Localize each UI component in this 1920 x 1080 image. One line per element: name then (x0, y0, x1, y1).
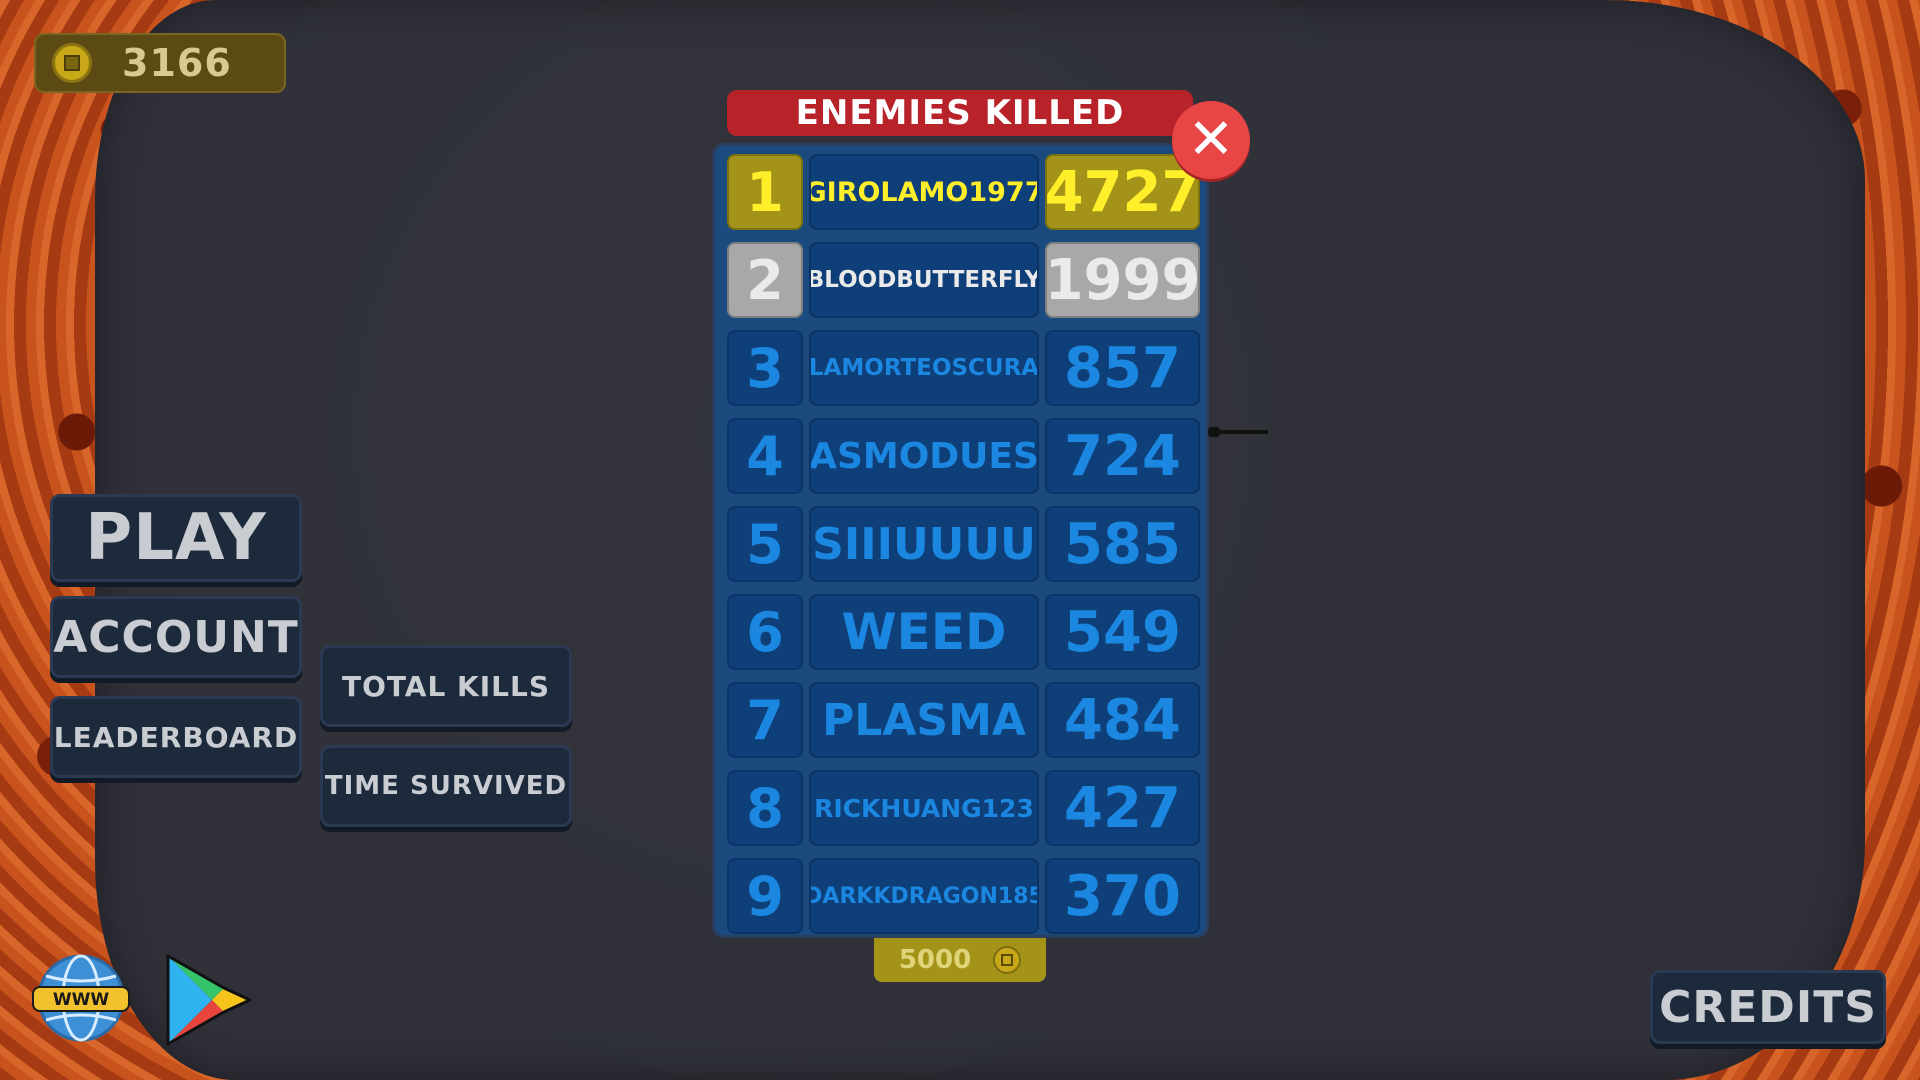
coin-icon (52, 43, 92, 83)
score-cell: 585 (1045, 506, 1200, 582)
score-cell: 427 (1045, 770, 1200, 846)
coin-amount: 3166 (122, 41, 232, 85)
reward-amount: 5000 (898, 945, 972, 975)
website-globe-icon[interactable]: WWW (32, 952, 130, 1044)
play-button[interactable]: PLAY (50, 494, 302, 582)
coin-icon (993, 946, 1022, 974)
leaderboard-row: 6 WEED 549 (727, 594, 1200, 670)
coin-balance: 3166 (34, 33, 286, 93)
leaderboard-row: 7 PLASMA 484 (727, 682, 1200, 758)
reward-badge: 5000 (874, 938, 1046, 982)
total-kills-button[interactable]: TOTAL KILLS (320, 645, 572, 727)
player-name-cell: DARKKDRAGON185 (809, 858, 1039, 934)
leaderboard-panel: 1 GIROLAMO1977 4727 2 BLOODBUTTERFLY 1999 3 LAM… (712, 143, 1209, 938)
close-icon[interactable]: ✕ (1172, 101, 1250, 179)
player-name-cell: ASMODUES (809, 418, 1039, 494)
play-store-icon[interactable] (162, 952, 254, 1048)
rank-cell: 1 (727, 154, 803, 230)
website-label: WWW (53, 990, 110, 1010)
rank-cell: 7 (727, 682, 803, 758)
leaderboard-title: ENEMIES KILLED (727, 90, 1193, 136)
time-survived-button[interactable]: TIME SURVIVED (320, 745, 572, 827)
leaderboard-row: 4 ASMODUES 724 (727, 418, 1200, 494)
leaderboard-row: 9 DARKKDRAGON185 370 (727, 858, 1200, 934)
score-cell: 4727 (1045, 154, 1200, 230)
credits-button[interactable]: CREDITS (1650, 970, 1886, 1044)
account-button[interactable]: ACCOUNT (50, 596, 302, 678)
rank-cell: 6 (727, 594, 803, 670)
score-cell: 1999 (1045, 242, 1200, 318)
player-name-cell: PLASMA (809, 682, 1039, 758)
player-name-cell: SIIIUUUU (809, 506, 1039, 582)
player-name-cell: LAMORTEOSCURA (809, 330, 1039, 406)
leaderboard-row: 2 BLOODBUTTERFLY 1999 (727, 242, 1200, 318)
score-cell: 724 (1045, 418, 1200, 494)
score-cell: 857 (1045, 330, 1200, 406)
leaderboard-row: 8 RICKHUANG123 427 (727, 770, 1200, 846)
player-name-cell: GIROLAMO1977 (809, 154, 1039, 230)
leaderboard-button[interactable]: LEADERBOARD (50, 696, 302, 778)
player-name-cell: WEED (809, 594, 1039, 670)
rank-cell: 4 (727, 418, 803, 494)
score-cell: 484 (1045, 682, 1200, 758)
leaderboard-row: 1 GIROLAMO1977 4727 (727, 154, 1200, 230)
score-cell: 370 (1045, 858, 1200, 934)
weapon-marker (1208, 427, 1268, 437)
rank-cell: 5 (727, 506, 803, 582)
leaderboard-row: 3 LAMORTEOSCURA 857 (727, 330, 1200, 406)
player-name-cell: RICKHUANG123 (809, 770, 1039, 846)
leaderboard-row: 5 SIIIUUUU 585 (727, 506, 1200, 582)
rank-cell: 3 (727, 330, 803, 406)
rank-cell: 9 (727, 858, 803, 934)
rank-cell: 2 (727, 242, 803, 318)
rank-cell: 8 (727, 770, 803, 846)
score-cell: 549 (1045, 594, 1200, 670)
player-name-cell: BLOODBUTTERFLY (809, 242, 1039, 318)
